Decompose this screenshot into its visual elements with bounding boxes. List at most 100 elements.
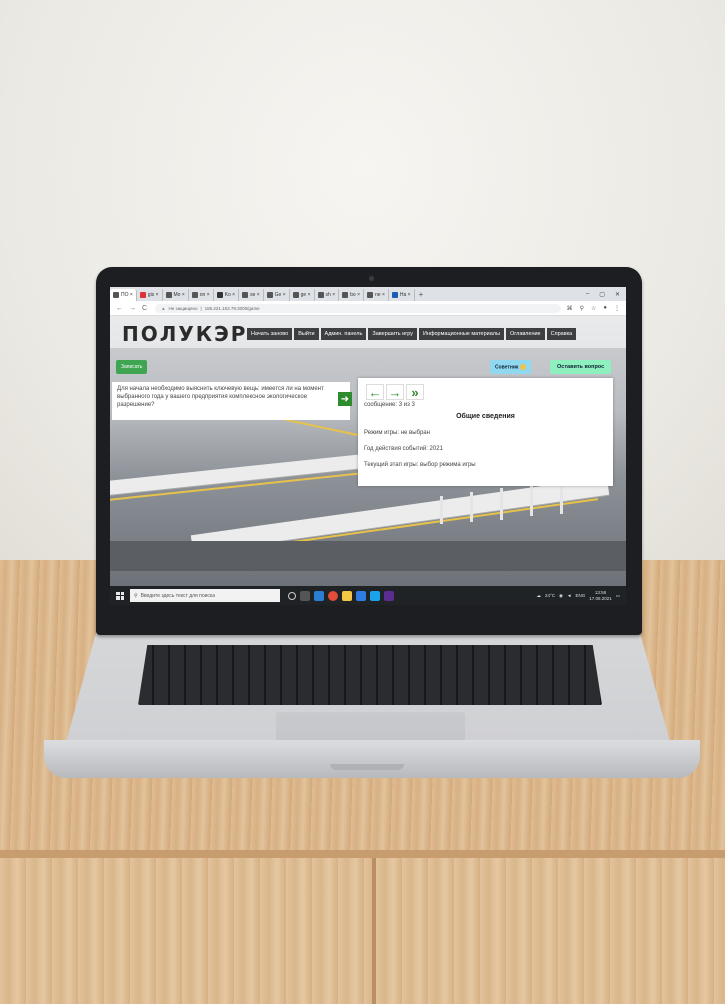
browser-tab[interactable]: Mo × [163, 289, 189, 301]
browser-tab[interactable]: Ko × [214, 289, 240, 301]
minimize-button[interactable]: – [586, 291, 589, 298]
advice-label: Советник [495, 364, 519, 371]
forward-arrow-icon[interactable]: → [129, 305, 136, 312]
skype-icon[interactable] [370, 590, 380, 601]
menu-item-materials[interactable]: Информационные материалы [418, 328, 504, 340]
url-security-label: Не защищено [168, 305, 198, 311]
network-icon[interactable]: ◉ [559, 593, 563, 599]
browser-tab[interactable]: ge × [290, 289, 315, 301]
browser-tab[interactable]: Ge × [264, 289, 290, 301]
tab-favicon-icon [342, 292, 349, 298]
zoom-icon[interactable]: ⚲ [580, 305, 584, 312]
tab-favicon-icon [367, 292, 373, 298]
desk-drawer-right [376, 858, 725, 1004]
save-button[interactable]: Записать [116, 360, 148, 374]
star-icon[interactable]: ☆ [591, 305, 596, 312]
language-indicator[interactable]: ENG [575, 593, 585, 598]
window-controls: – ▢ ✕ [586, 291, 626, 298]
warning-icon: ▲ [161, 305, 166, 311]
browser-tab[interactable]: ne × [364, 289, 389, 301]
reload-icon[interactable]: C [142, 305, 147, 312]
browser-tab[interactable]: bo × [339, 289, 364, 301]
tab-favicon-icon [266, 292, 273, 298]
address-bar[interactable]: ▲ Не защищено | 185.221.153.79:3000/game [155, 303, 562, 313]
new-tab-button[interactable]: + [419, 290, 424, 299]
clock-date: 17.08.2021 [589, 595, 612, 601]
coin-icon [520, 364, 527, 370]
info-event-year: Год действия событий: 2021 [364, 446, 443, 452]
weather-icon[interactable]: ☁ [536, 593, 541, 599]
tab-favicon-icon [191, 292, 198, 298]
browser-tab[interactable]: ПО × [110, 289, 137, 301]
laptop-base-front [44, 740, 700, 778]
laptop-notch [330, 764, 404, 770]
leave-question-button[interactable]: Оставить вопрос [550, 360, 612, 374]
menu-item-admin[interactable]: Админ. панель [320, 328, 367, 340]
info-current-stage: Текущий этап игры: выбор режима игры [364, 462, 476, 468]
toolbar-actions: ⌘ ⚲ ☆ ● ⋮ [567, 305, 626, 312]
pillar [470, 492, 473, 522]
tab-favicon-icon [165, 292, 172, 298]
back-arrow-icon[interactable]: ← [116, 305, 123, 312]
prev-arrow-icon[interactable]: ← [366, 384, 384, 400]
message-navigation: ← → » [366, 384, 424, 400]
cortana-icon[interactable] [288, 591, 296, 600]
maximize-button[interactable]: ▢ [599, 291, 605, 298]
file-explorer-icon[interactable] [342, 590, 352, 601]
webcam [369, 276, 374, 281]
windows-taskbar: ⚲ Введите здесь текст для поиска ☁ 24°C … [110, 586, 626, 605]
app-icon[interactable] [384, 590, 394, 601]
menu-dots-icon[interactable]: ⋮ [614, 305, 620, 312]
close-window-button[interactable]: ✕ [615, 291, 620, 298]
menu-item-help[interactable]: Справка [546, 328, 577, 340]
browser-tab[interactable]: sh × [315, 289, 340, 301]
site-logo[interactable]: ПОЛУКЭР [122, 322, 247, 346]
question-text: Для начала необходимо выяснить ключевую … [117, 386, 324, 408]
menu-item-contents[interactable]: Оглавление [505, 328, 545, 340]
pillar [530, 486, 533, 516]
browser-tab[interactable]: se × [239, 289, 264, 301]
search-placeholder: Введите здесь текст для поиска [140, 592, 215, 599]
system-tray: ☁ 24°C ◉ ◄ ENG 13:58 17.08.2021 ▭ [536, 590, 626, 602]
main-menu: Начать заново Выйти Админ. панель Заверш… [247, 328, 577, 340]
profile-icon[interactable]: ● [603, 305, 607, 312]
last-double-arrow-icon[interactable]: » [406, 384, 424, 400]
tab-favicon-icon [216, 292, 223, 298]
next-arrow-icon[interactable]: → [386, 384, 404, 400]
notifications-icon[interactable]: ▭ [616, 593, 620, 599]
browser-tab[interactable]: Ha × [389, 289, 415, 301]
browser-tab[interactable]: on × [189, 289, 214, 301]
translate-icon[interactable]: ⌘ [567, 305, 573, 312]
menu-item-restart[interactable]: Начать заново [247, 328, 293, 340]
laptop-screen: ПО × gis × Mo × on × Ko × se × Ge × ge ×… [110, 287, 626, 605]
menu-item-exit[interactable]: Выйти [294, 328, 319, 340]
url-text: 185.221.153.79:3000/game [204, 305, 260, 311]
clock[interactable]: 13:58 17.08.2021 [589, 590, 612, 602]
panel-title: Общие сведения [456, 413, 515, 420]
tab-favicon-icon [139, 292, 146, 298]
ground [110, 541, 626, 571]
advice-button[interactable]: Советник [490, 360, 532, 375]
weather-temp[interactable]: 24°C [545, 593, 555, 598]
drawer-gap [372, 858, 376, 1004]
volume-icon[interactable]: ◄ [567, 593, 571, 598]
tab-favicon-icon [242, 292, 249, 298]
mail-icon[interactable] [356, 590, 366, 601]
tab-favicon-icon [317, 292, 324, 298]
pillar [440, 496, 443, 524]
taskbar-search-input[interactable]: ⚲ Введите здесь текст для поиска [130, 589, 280, 602]
browser-toolbar: ← → C ▲ Не защищено | 185.221.153.79:300… [110, 301, 626, 316]
url-separator: | [200, 305, 202, 311]
search-icon: ⚲ [134, 592, 138, 599]
windows-start-icon[interactable] [116, 591, 124, 600]
browser-tab-strip: ПО × gis × Mo × on × Ko × se × Ge × ge ×… [110, 287, 626, 301]
tab-favicon-icon [391, 292, 398, 298]
question-next-arrow-icon[interactable]: ➜ [338, 392, 352, 406]
desk-edge [0, 850, 725, 858]
chrome-icon[interactable] [328, 590, 338, 601]
edge-icon[interactable] [314, 590, 324, 601]
menu-item-finish[interactable]: Завершить игру [368, 328, 417, 340]
browser-tab[interactable]: gis × [137, 289, 163, 301]
info-game-mode: Режим игры: не выбран [364, 430, 430, 436]
task-view-icon[interactable] [300, 590, 310, 601]
